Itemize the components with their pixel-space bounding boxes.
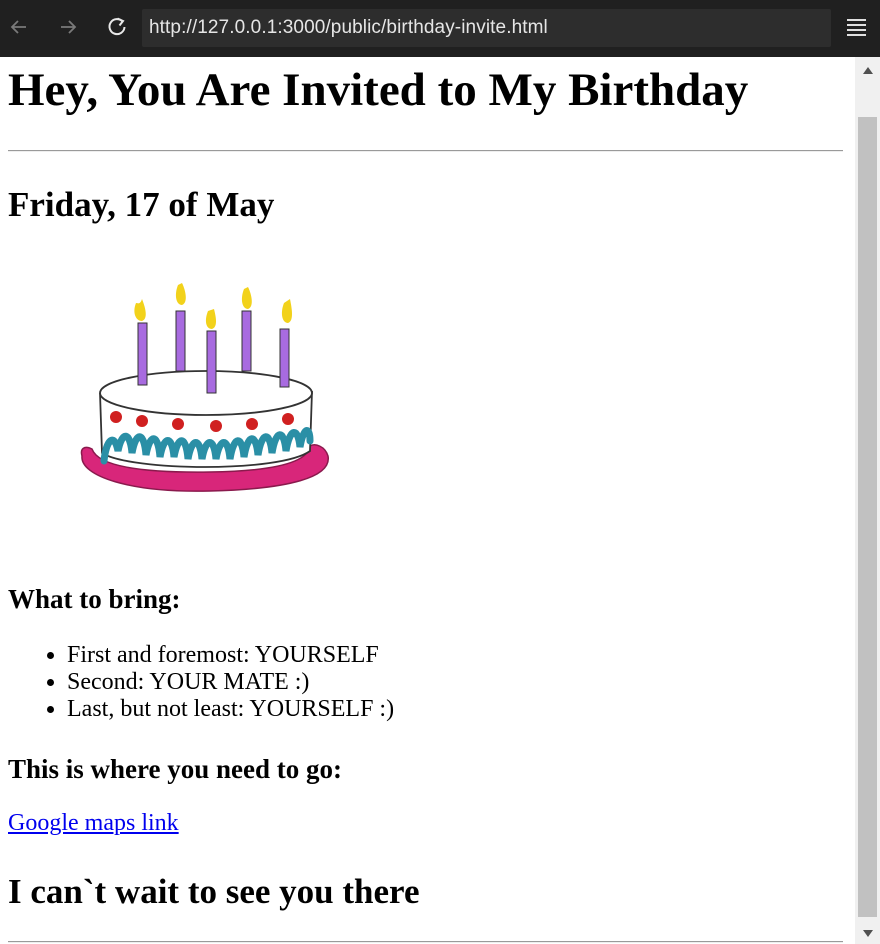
list-item: Last, but not least: YOURSELF :)	[67, 696, 394, 723]
back-button[interactable]	[3, 10, 35, 44]
list-item: First and foremost: YOURSELF	[67, 642, 394, 669]
party-date: Friday, 17 of May	[8, 185, 275, 224]
reload-button[interactable]	[101, 10, 133, 44]
arrow-right-icon	[61, 20, 77, 34]
scrollbar-thumb[interactable]	[858, 117, 877, 917]
divider	[8, 150, 843, 152]
triangle-down-icon	[862, 929, 873, 937]
list-item: Second: YOUR MATE :)	[67, 669, 394, 696]
address-bar[interactable]: http://127.0.0.1:3000/public/birthday-in…	[142, 9, 831, 47]
scroll-up-button[interactable]	[855, 59, 880, 81]
what-to-bring-heading: What to bring:	[8, 584, 181, 614]
google-maps-link[interactable]: Google maps link	[8, 810, 179, 837]
page-viewport: Hey, You Are Invited to My Birthday Frid…	[0, 57, 855, 944]
birthday-cake-image	[80, 283, 329, 492]
triangle-up-icon	[862, 66, 873, 74]
browser-toolbar: http://127.0.0.1:3000/public/birthday-in…	[0, 0, 880, 58]
reload-icon	[108, 17, 126, 36]
divider	[8, 941, 843, 943]
vertical-scrollbar[interactable]	[855, 57, 880, 944]
arrow-left-icon	[10, 20, 26, 34]
where-heading: This is where you need to go:	[8, 754, 343, 784]
page-title: Hey, You Are Invited to My Birthday	[8, 64, 749, 116]
scroll-down-button[interactable]	[855, 922, 880, 944]
menu-button[interactable]	[847, 19, 866, 37]
bring-list: First and foremost: YOURSELF Second: YOU…	[8, 642, 394, 723]
hamburger-menu-icon	[847, 19, 866, 21]
forward-button[interactable]	[52, 10, 84, 44]
closing-heading: I can`t wait to see you there	[8, 872, 420, 911]
url-text: http://127.0.0.1:3000/public/birthday-in…	[149, 17, 548, 38]
